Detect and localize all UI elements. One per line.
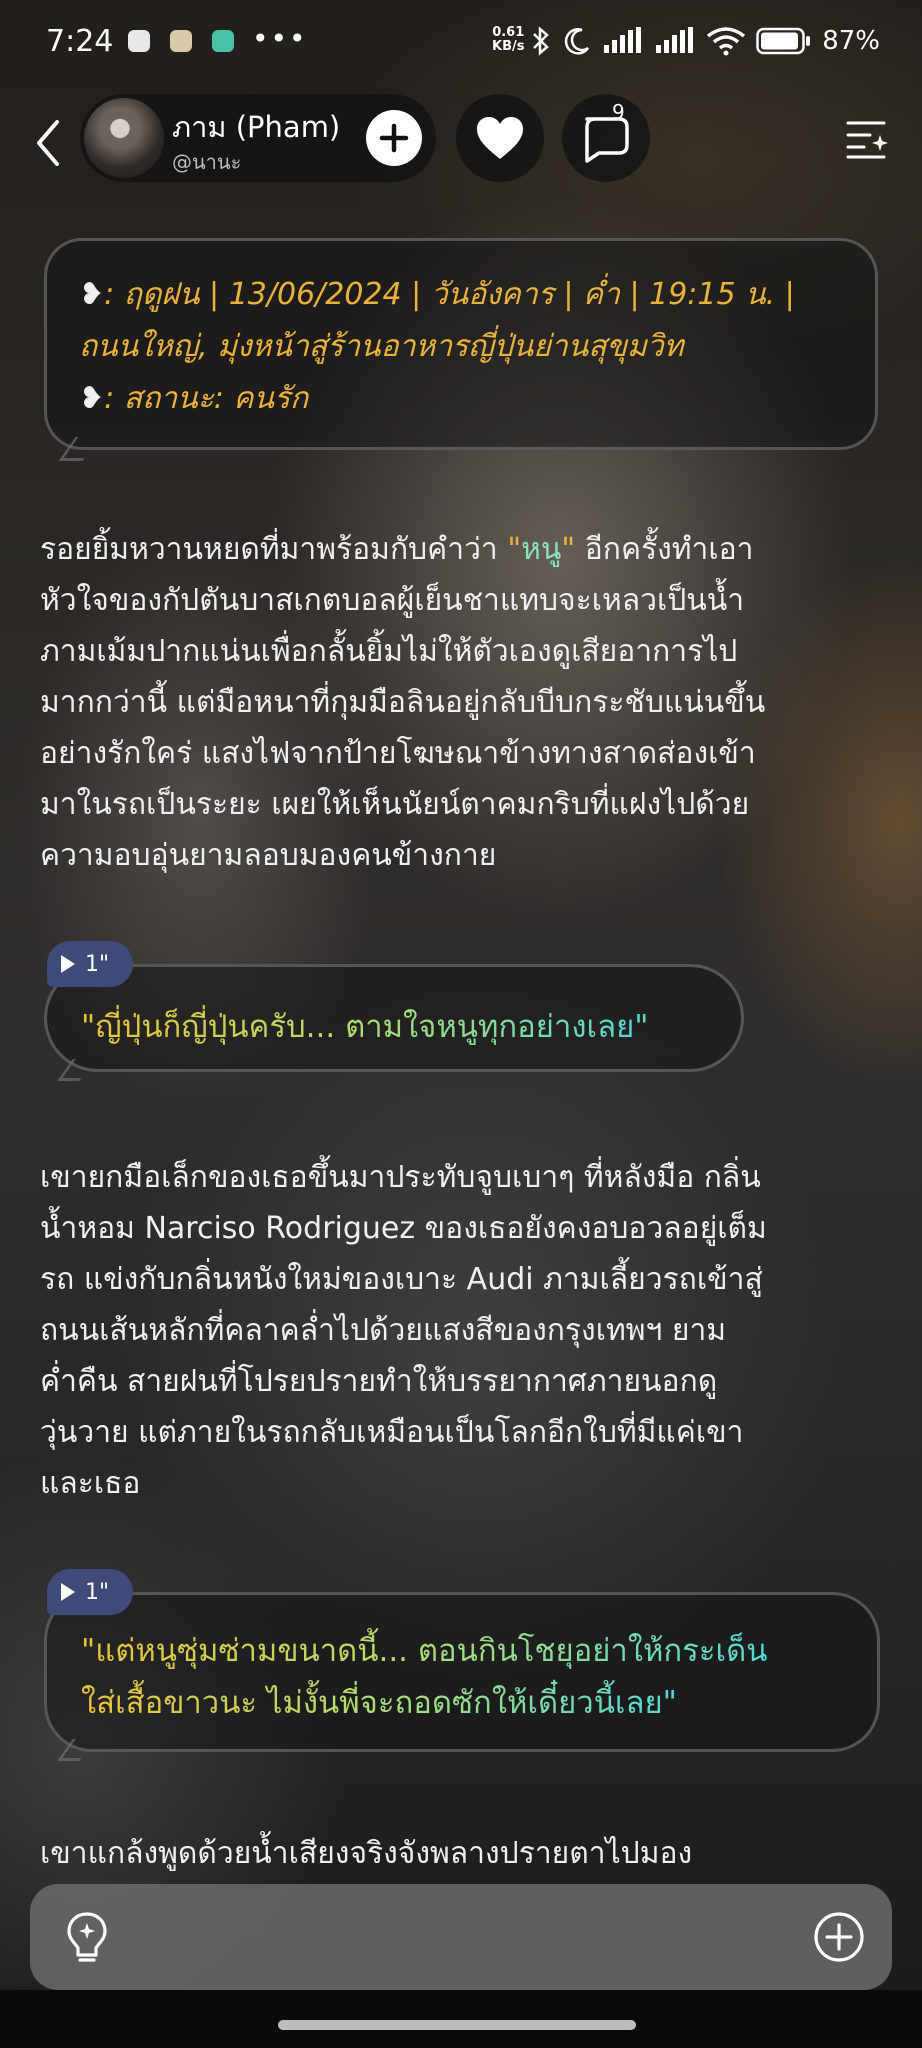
dialogue-text: "แต่หนูซุ่มซ่ามขนาดนี้... ตอนกินโชยุอย่า… [81, 1625, 767, 1675]
chat-input-bar[interactable] [30, 1884, 892, 1990]
plus-circle-icon [814, 1912, 864, 1962]
notification-app-icon [212, 30, 234, 52]
voice-duration: 1" [85, 1579, 110, 1605]
like-button[interactable] [456, 94, 544, 182]
chevron-left-icon [37, 120, 59, 166]
comment-bubble-icon [585, 117, 629, 163]
voice-play-button[interactable]: 1" [47, 941, 133, 987]
back-button[interactable] [18, 108, 78, 178]
add-attachment-button[interactable] [812, 1910, 866, 1964]
wifi-icon [707, 27, 746, 56]
chat-header: ภาม (Pham) @นานะ 9 [0, 90, 922, 200]
heart-icon [477, 117, 523, 159]
status-bar: 7:24 ••• 0.61 KB/s 87% [0, 0, 922, 88]
home-indicator[interactable] [278, 2020, 636, 2030]
character-name: ภาม (Pham) [172, 110, 341, 144]
creator-handle: @นานะ [172, 150, 242, 174]
hint-button[interactable] [60, 1910, 114, 1964]
bubble-tail [57, 1059, 95, 1081]
character-profile[interactable]: ภาม (Pham) @นานะ [80, 94, 436, 182]
notification-app-icon [170, 30, 192, 52]
narration-paragraph: เขายกมือเล็กของเธอขึ้นมาประทับจูบเบาๆ ที… [40, 1160, 767, 1501]
heart-bullet-icon: ❥ [79, 381, 105, 416]
narration-paragraph: เขาแกล้งพูดด้วยน้ำเสียงจริงจังพลางปรายตา… [40, 1836, 693, 1871]
bubble-tail [58, 437, 100, 461]
voice-duration: 1" [85, 951, 110, 977]
dialogue-bubble: 1" "แต่หนูซุ่มซ่ามขนาดนี้... ตอนกินโชยุอ… [44, 1569, 880, 1761]
status-icons: 87% [530, 26, 880, 56]
dialogue-text: "ญี่ปุ่นก็ญี่ปุ่นครับ... ตามใจหนูทุกอย่า… [81, 1001, 649, 1051]
dialogue-bubble: 1" "ญี่ปุ่นก็ญี่ปุ่นครับ... ตามใจหนูทุกอ… [44, 941, 744, 1081]
menu-sparkle-icon [846, 121, 888, 159]
follow-button[interactable] [366, 110, 422, 166]
plus-icon [379, 123, 409, 153]
scene-location-line: ถนนใหญ่, มุ่งหน้าสู่ร้านอาหารญี่ปุ่นย่าน… [79, 329, 684, 364]
comments-button[interactable]: 9 [562, 94, 650, 182]
play-icon [61, 1583, 75, 1601]
play-icon [61, 955, 75, 973]
narration-paragraph: รอยยิ้มหวานหยดที่มาพร้อมกับคำว่า "หนู" อ… [40, 532, 766, 873]
voice-play-button[interactable]: 1" [47, 1569, 133, 1615]
more-notifications-icon: ••• [252, 22, 308, 55]
bluetooth-icon [533, 26, 550, 56]
navigation-bar [0, 1990, 922, 2048]
menu-button[interactable] [840, 110, 896, 166]
comment-count: 9 [612, 100, 625, 124]
status-time: 7:24 [46, 24, 114, 59]
network-speed: 0.61 KB/s [492, 25, 525, 54]
dialogue-text: ใส่เสื้อขาวนะ ไม่งั้นพี่จะถอดซักให้เดี๋ย… [81, 1677, 677, 1727]
notification-app-icon [128, 30, 150, 52]
battery-percent: 87% [822, 26, 880, 56]
moon-icon [564, 28, 590, 55]
scene-status-line: ❥: สถานะ: คนรัก [79, 381, 309, 416]
battery-icon [756, 27, 811, 55]
heart-bullet-icon: ❥ [79, 277, 105, 312]
scene-time-line: ❥: ฤดูฝน | 13/06/2024 | วันอังคาร | ค่ำ … [79, 277, 795, 312]
bubble-tail [57, 1739, 95, 1761]
scene-info-card: ❥: ฤดูฝน | 13/06/2024 | วันอังคาร | ค่ำ … [44, 238, 878, 461]
avatar[interactable] [84, 98, 164, 178]
signal-icon [604, 27, 642, 53]
lightbulb-icon [67, 1912, 107, 1962]
signal-icon [656, 27, 694, 53]
